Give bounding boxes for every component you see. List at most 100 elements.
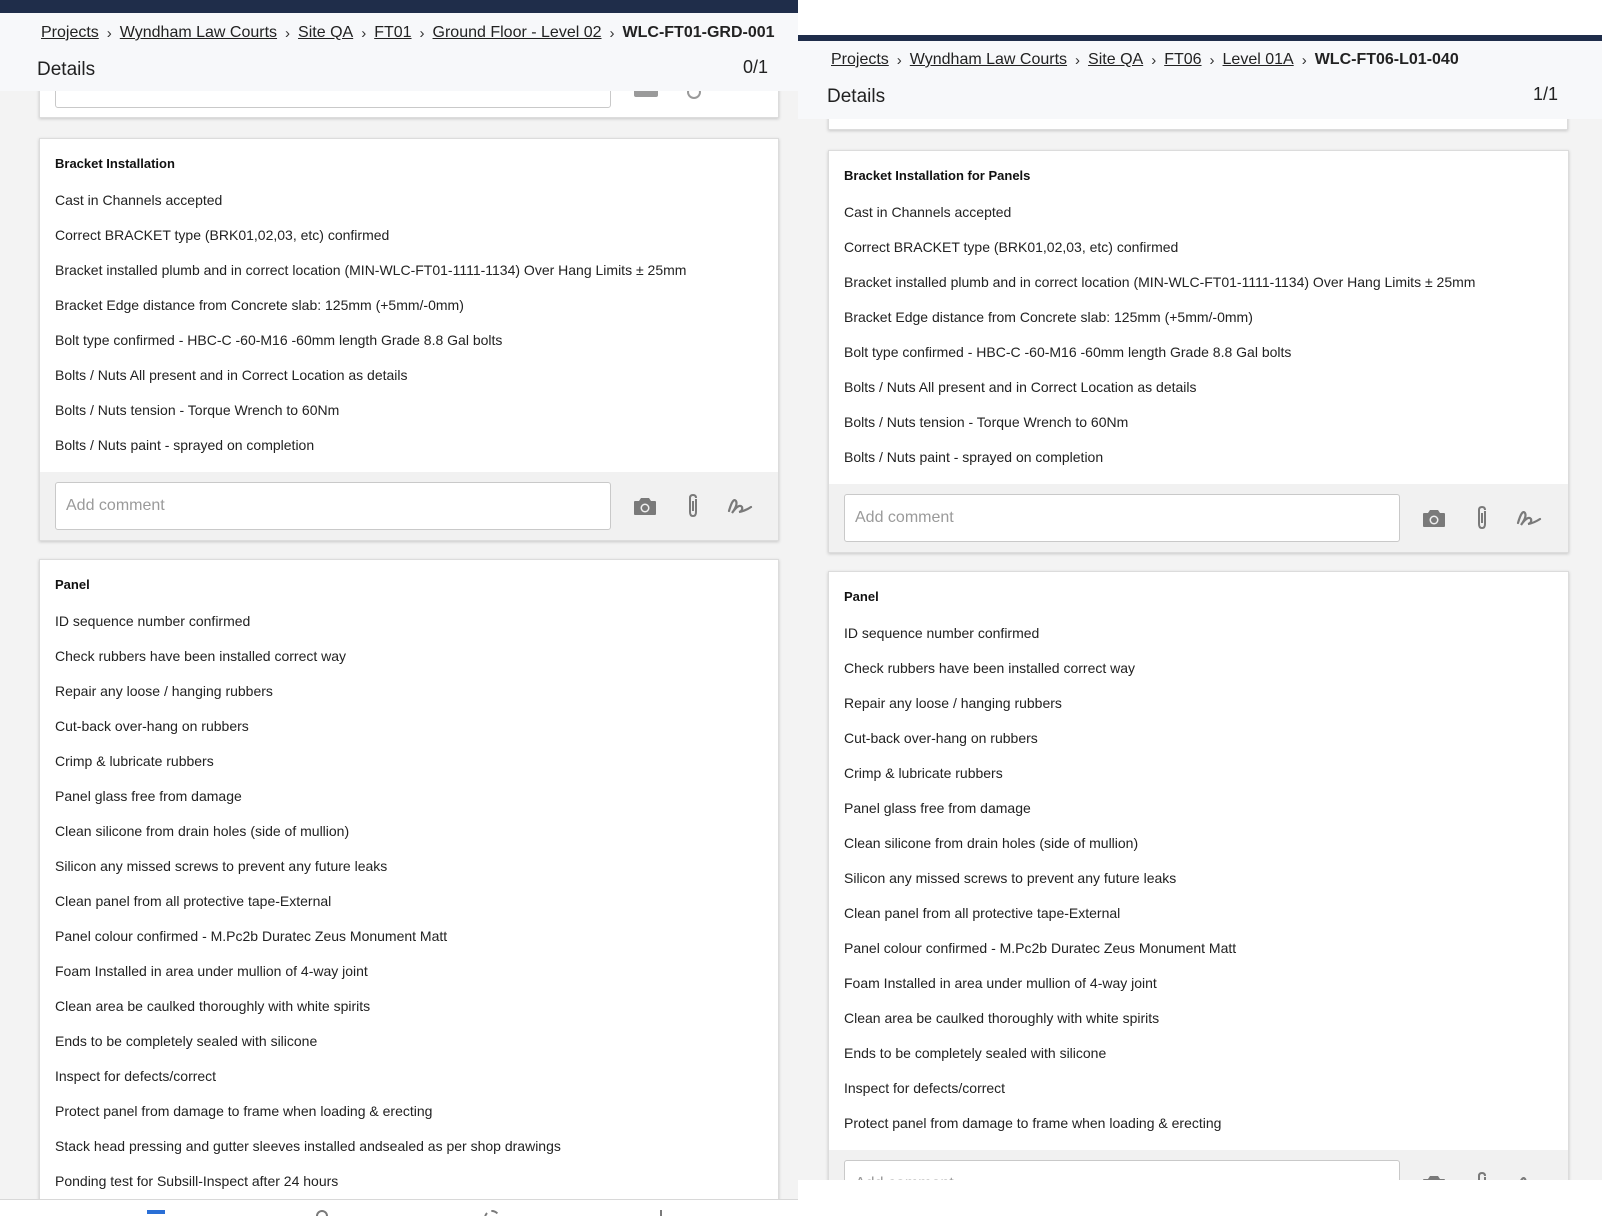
checklist-item[interactable]: ID sequence number confirmed bbox=[55, 613, 250, 629]
breadcrumb: Projects › Wyndham Law Courts › Site QA … bbox=[831, 51, 1459, 69]
section-title: Bracket Installation for Panels bbox=[844, 168, 1031, 183]
checklist-item[interactable]: Crimp & lubricate rubbers bbox=[55, 753, 214, 769]
breadcrumb: Projects › Wyndham Law Courts › Site QA … bbox=[41, 24, 775, 42]
checklist-item[interactable]: Repair any loose / hanging rubbers bbox=[55, 683, 273, 699]
signature-icon[interactable] bbox=[1515, 1170, 1543, 1180]
section-title: Panel bbox=[844, 589, 879, 604]
checklist-item[interactable]: Bolts / Nuts tension - Torque Wrench to … bbox=[55, 402, 339, 418]
checklist-item[interactable]: Check rubbers have been installed correc… bbox=[55, 648, 346, 664]
checklist-item[interactable]: Bracket Edge distance from Concrete slab… bbox=[844, 309, 1253, 325]
signature-icon[interactable] bbox=[1515, 504, 1543, 532]
checklist-item[interactable]: Clean panel from all protective tape-Ext… bbox=[55, 893, 331, 909]
checklist-item[interactable]: Protect panel from damage to frame when … bbox=[844, 1115, 1221, 1131]
checklist-item[interactable]: Clean area be caulked thoroughly with wh… bbox=[55, 998, 370, 1014]
window-gap bbox=[798, 0, 1602, 35]
more-icon[interactable] bbox=[660, 1210, 662, 1216]
checklist-item[interactable]: Bolts / Nuts All present and in Correct … bbox=[55, 367, 408, 383]
sync-icon[interactable] bbox=[484, 1210, 500, 1216]
checklist-item[interactable]: Foam Installed in area under mullion of … bbox=[55, 963, 368, 979]
checklist-item[interactable]: Panel glass free from damage bbox=[844, 800, 1031, 816]
checklist-item[interactable]: Silicon any missed screws to prevent any… bbox=[844, 870, 1176, 886]
breadcrumb-site-qa[interactable]: Site QA bbox=[298, 24, 353, 42]
checklist-item[interactable]: Clean area be caulked thoroughly with wh… bbox=[844, 1010, 1159, 1026]
checklist-item[interactable]: Cast in Channels accepted bbox=[55, 192, 222, 208]
checklist-item[interactable]: Ponding test for Subsill-Inspect after 2… bbox=[55, 1173, 338, 1189]
camera-icon[interactable] bbox=[1420, 504, 1448, 532]
checklist-item[interactable]: Bracket Edge distance from Concrete slab… bbox=[55, 297, 464, 313]
top-bar bbox=[798, 35, 1602, 41]
breadcrumb-projects[interactable]: Projects bbox=[831, 51, 889, 69]
window-gap-bottom bbox=[798, 1180, 1602, 1216]
comment-bar bbox=[40, 472, 778, 540]
checklist-item[interactable]: Correct BRACKET type (BRK01,02,03, etc) … bbox=[55, 227, 389, 243]
checklist-item[interactable]: Inspect for defects/correct bbox=[55, 1068, 216, 1084]
checklist-item[interactable]: Bracket installed plumb and in correct l… bbox=[55, 262, 686, 278]
chevron-right-icon: › bbox=[1075, 51, 1081, 69]
checklist-item[interactable]: Bracket installed plumb and in correct l… bbox=[844, 274, 1475, 290]
checklist-item[interactable]: Crimp & lubricate rubbers bbox=[844, 765, 1003, 781]
checklist-item[interactable]: Bolts / Nuts All present and in Correct … bbox=[844, 379, 1197, 395]
details-title: Details bbox=[827, 86, 886, 107]
checklist-item[interactable]: Check rubbers have been installed correc… bbox=[844, 660, 1135, 676]
search-icon[interactable] bbox=[316, 1210, 328, 1216]
breadcrumb-projects[interactable]: Projects bbox=[41, 24, 99, 42]
checklist-item[interactable]: Bolt type confirmed - HBC-C -60-M16 -60m… bbox=[844, 344, 1291, 360]
breadcrumb-site-qa[interactable]: Site QA bbox=[1088, 51, 1143, 69]
checklist-item[interactable]: Inspect for defects/correct bbox=[844, 1080, 1005, 1096]
breadcrumb-facade[interactable]: FT06 bbox=[1164, 51, 1201, 69]
breadcrumb-facade[interactable]: FT01 bbox=[374, 24, 411, 42]
checklist-item[interactable]: Cast in Channels accepted bbox=[844, 204, 1011, 220]
checklist-item[interactable]: Bolts / Nuts paint - sprayed on completi… bbox=[844, 449, 1103, 465]
bracket-installation-card: Bracket Installation Cast in Channels ac… bbox=[39, 138, 779, 541]
comment-input[interactable] bbox=[844, 494, 1400, 542]
chevron-right-icon: › bbox=[896, 51, 902, 69]
checklist-item[interactable]: Bolt type confirmed - HBC-C -60-M16 -60m… bbox=[55, 332, 502, 348]
section-title: Bracket Installation bbox=[55, 156, 175, 171]
details-header: Projects › Wyndham Law Courts › Site QA … bbox=[0, 13, 798, 91]
breadcrumb-level[interactable]: Level 01A bbox=[1223, 51, 1294, 69]
checklist-item[interactable]: Ends to be completely sealed with silico… bbox=[55, 1033, 317, 1049]
signature-icon[interactable] bbox=[726, 492, 754, 520]
checklist-item[interactable]: Panel colour confirmed - M.Pc2b Duratec … bbox=[844, 940, 1236, 956]
checklist-item[interactable]: Correct BRACKET type (BRK01,02,03, etc) … bbox=[844, 239, 1178, 255]
checklist-item[interactable]: Foam Installed in area under mullion of … bbox=[844, 975, 1157, 991]
camera-icon[interactable] bbox=[631, 492, 659, 520]
completion-count: 0/1 bbox=[743, 57, 769, 77]
paperclip-icon[interactable] bbox=[1468, 504, 1496, 532]
paperclip-icon[interactable] bbox=[1468, 1170, 1496, 1180]
checklist-item[interactable]: Panel glass free from damage bbox=[55, 788, 242, 804]
bottom-navigation bbox=[0, 1199, 798, 1216]
checklist-item[interactable]: Bolts / Nuts paint - sprayed on completi… bbox=[55, 437, 314, 453]
checklist-item[interactable]: Silicon any missed screws to prevent any… bbox=[55, 858, 387, 874]
chevron-right-icon: › bbox=[609, 24, 615, 42]
comment-input[interactable] bbox=[844, 1160, 1400, 1180]
breadcrumb-project[interactable]: Wyndham Law Courts bbox=[120, 24, 277, 42]
checklist-item[interactable]: Bolts / Nuts tension - Torque Wrench to … bbox=[844, 414, 1128, 430]
checklist-item[interactable]: Clean silicone from drain holes (side of… bbox=[844, 835, 1138, 851]
home-icon[interactable] bbox=[147, 1210, 165, 1214]
checklist-item[interactable]: Clean panel from all protective tape-Ext… bbox=[844, 905, 1120, 921]
checklist-item[interactable]: Clean silicone from drain holes (side of… bbox=[55, 823, 349, 839]
checklist-item[interactable]: ID sequence number confirmed bbox=[844, 625, 1039, 641]
checklist-item[interactable]: Protect panel from damage to frame when … bbox=[55, 1103, 432, 1119]
right-pane: Projects › Wyndham Law Courts › Site QA … bbox=[798, 0, 1602, 1180]
checklist-item[interactable]: Repair any loose / hanging rubbers bbox=[844, 695, 1062, 711]
checklist-item[interactable]: Panel colour confirmed - M.Pc2b Duratec … bbox=[55, 928, 447, 944]
checklist-item[interactable]: Cut-back over-hang on rubbers bbox=[55, 718, 249, 734]
breadcrumb-level[interactable]: Ground Floor - Level 02 bbox=[433, 24, 602, 42]
details-title: Details bbox=[37, 59, 96, 80]
checklist-item[interactable]: Ends to be completely sealed with silico… bbox=[844, 1045, 1106, 1061]
paperclip-icon[interactable] bbox=[679, 492, 707, 520]
chevron-right-icon: › bbox=[1209, 51, 1215, 69]
top-bar bbox=[0, 0, 798, 13]
comment-input[interactable] bbox=[55, 482, 611, 530]
bracket-installation-card: Bracket Installation for Panels Cast in … bbox=[828, 150, 1569, 553]
panel-card: Panel ID sequence number confirmed Check… bbox=[39, 559, 779, 1216]
camera-icon[interactable] bbox=[1420, 1170, 1448, 1180]
chevron-right-icon: › bbox=[419, 24, 425, 42]
checklist-item[interactable]: Cut-back over-hang on rubbers bbox=[844, 730, 1038, 746]
breadcrumb-project[interactable]: Wyndham Law Courts bbox=[910, 51, 1067, 69]
breadcrumb-current: WLC-FT06-L01-040 bbox=[1314, 51, 1459, 68]
chevron-right-icon: › bbox=[1301, 51, 1307, 69]
checklist-item[interactable]: Stack head pressing and gutter sleeves i… bbox=[55, 1138, 561, 1154]
